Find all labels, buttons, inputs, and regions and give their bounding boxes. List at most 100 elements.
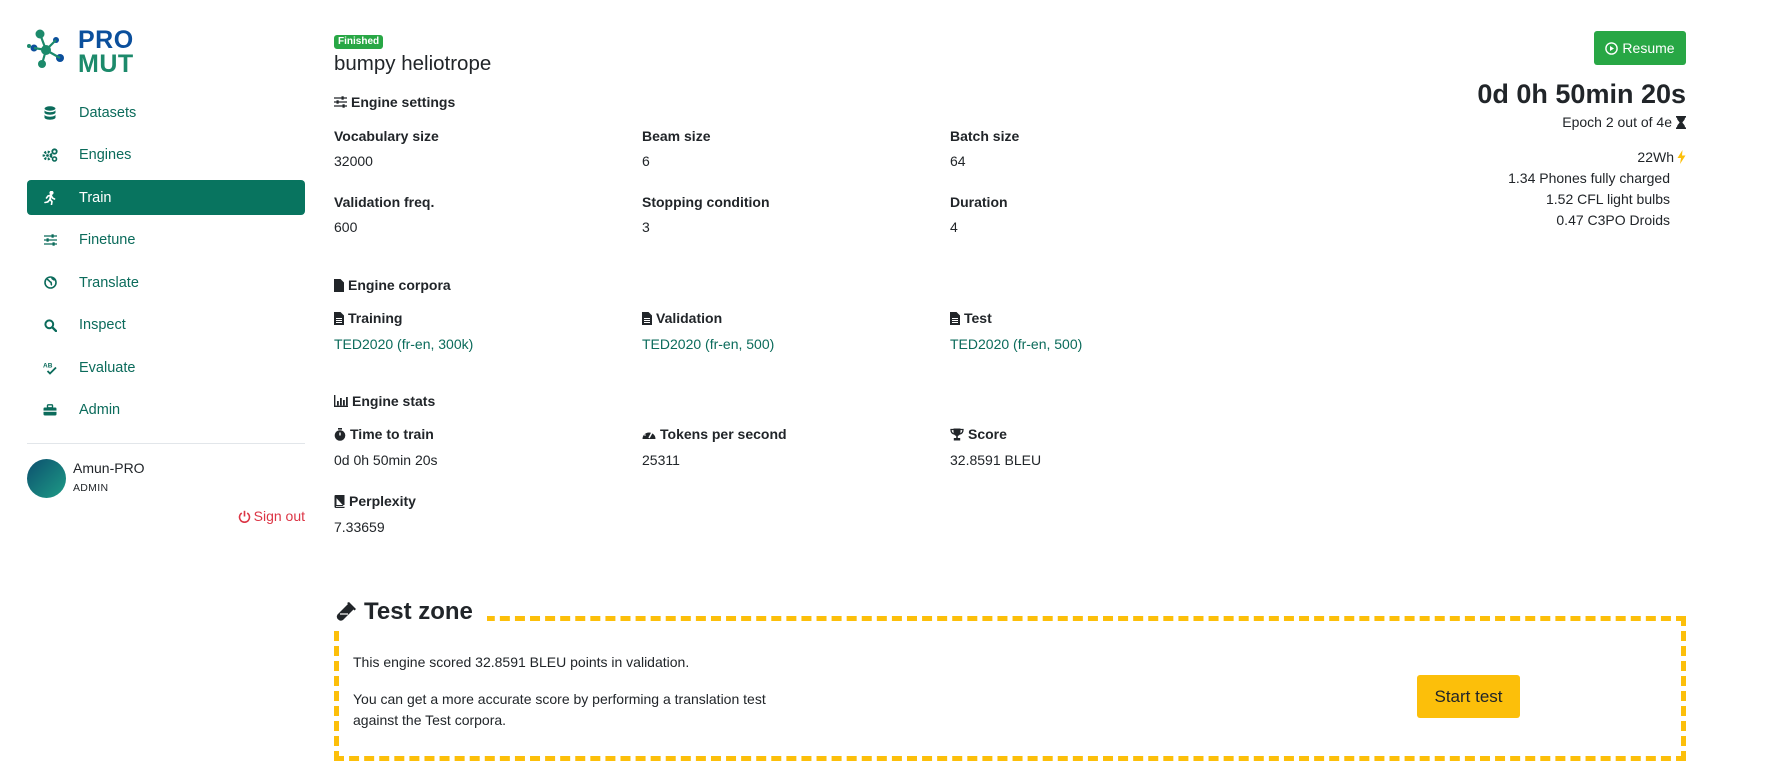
perplexity-label: Perplexity [334,493,416,509]
beam-size-label: Beam size [642,128,711,144]
sidebar-item-label: Admin [79,402,121,418]
test-zone-heading: Test zone [334,598,487,626]
main-content: Finished bumpy heliotrope Engine setting… [334,0,1694,773]
sidebar-item-engines[interactable]: Engines [27,138,305,173]
vocab-size-label: Vocabulary size [334,128,439,144]
energy-consumption: 22Wh [1637,149,1686,165]
cogs-icon [41,147,59,163]
duration-label: Duration [950,194,1008,210]
sidebar-item-finetune[interactable]: Finetune [27,223,305,258]
time-to-train-value: 0d 0h 50min 20s [334,452,438,468]
logo-text-mut: MUT [78,50,134,78]
test-tube-icon [336,602,356,621]
user-card: Amun-PRO ADMIN [27,459,305,503]
user-name: Amun-PRO [73,460,145,476]
perplexity-value: 7.33659 [334,519,385,535]
engine-stats-heading: Engine stats [334,393,435,409]
sidebar-item-label: Train [79,189,112,206]
engine-corpora-heading: Engine corpora [334,277,451,293]
sidebar-item-label: Engines [79,147,132,163]
engine-corpora-heading-text: Engine corpora [348,277,451,293]
engine-title: bumpy heliotrope [334,52,492,75]
svg-text:AB: AB [43,362,53,369]
bolt-icon [1677,150,1686,164]
equivalent-phones: 1.34 Phones fully charged [1508,170,1670,186]
training-timer: 0d 0h 50min 20s [1477,79,1686,109]
engine-stats-heading-text: Engine stats [352,393,436,409]
file-text-icon [950,311,960,325]
file-icon [334,278,344,292]
stopping-condition-value: 3 [642,219,650,235]
sidebar-item-label: Translate [79,274,139,291]
sidebar-item-translate[interactable]: Translate [27,265,305,300]
stopping-condition-label: Stopping condition [642,194,770,210]
logo-text-pro: PRO [78,26,134,54]
engine-settings-heading: Engine settings [334,94,455,110]
time-to-train-label-text: Time to train [350,426,434,442]
avatar[interactable] [27,459,66,498]
training-summary: 0d 0h 50min 20s Epoch 2 out of 4e 22Wh 1… [1334,0,1694,240]
training-corpus-label-text: Training [348,310,403,326]
score-value: 32.8591 BLEU [950,452,1042,468]
epoch-progress-text: Epoch 2 out of 4e [1562,114,1672,130]
toolbox-icon [41,402,59,418]
search-icon [41,317,59,333]
epoch-progress: Epoch 2 out of 4e [1562,114,1686,130]
beam-size-value: 6 [642,153,650,169]
database-icon [41,105,59,121]
engine-settings-heading-text: Engine settings [351,94,456,110]
score-label: Score [950,426,1007,442]
sidebar-item-label: Datasets [79,104,137,121]
test-zone-score-text: This engine scored 32.8591 BLEU points i… [353,654,690,670]
sign-out-label: Sign out [253,508,305,524]
validation-freq-label: Validation freq. [334,194,435,210]
score-label-text: Score [968,426,1007,442]
book-icon [334,494,345,508]
file-text-icon [642,311,652,325]
file-text-icon [334,311,344,325]
sidebar-item-admin[interactable]: Admin [27,393,305,428]
trophy-icon [950,428,964,440]
running-icon [41,190,59,206]
training-corpus-label: Training [334,310,402,326]
sidebar-item-train[interactable]: Train [27,180,305,215]
test-corpus-label: Test [950,310,992,326]
sidebar-item-label: Finetune [79,232,136,248]
tokens-per-second-label-text: Tokens per second [660,426,787,442]
duration-value: 4 [950,219,958,235]
sidebar-item-label: Evaluate [79,359,136,376]
power-icon [238,510,250,523]
equivalent-droids: 0.47 C3PO Droids [1556,212,1670,228]
test-corpus-label-text: Test [964,310,992,326]
stopwatch-icon [334,427,346,441]
validation-corpus-label: Validation [642,310,722,326]
energy-value: 22Wh [1637,149,1674,165]
sidebar-item-datasets[interactable]: Datasets [27,95,305,130]
sidebar-item-label: Inspect [79,317,126,333]
spellcheck-icon: AB [41,360,59,376]
training-corpus-link[interactable]: TED2020 (fr-en, 300k) [334,336,473,352]
test-zone-hint-text: You can get a more accurate score by per… [353,691,766,728]
tokens-per-second-label: Tokens per second [642,426,787,442]
user-role: ADMIN [73,482,109,494]
validation-freq-value: 600 [334,219,358,235]
equivalent-bulbs: 1.52 CFL light bulbs [1546,191,1670,207]
sidebar-divider [27,443,305,444]
validation-corpus-link[interactable]: TED2020 (fr-en, 500) [642,336,774,352]
time-to-train-label: Time to train [334,426,434,442]
vocab-size-value: 32000 [334,153,373,169]
sidebar-item-evaluate[interactable]: AB Evaluate [27,350,305,385]
sliders-icon [334,96,347,108]
batch-size-label: Batch size [950,128,1020,144]
tachometer-icon [642,430,656,439]
logo-molecule-icon [27,29,64,68]
start-test-button[interactable]: Start test [1417,675,1520,718]
test-corpus-link[interactable]: TED2020 (fr-en, 500) [950,336,1082,352]
sign-out-button[interactable]: Sign out [238,508,305,524]
sliders-icon [41,232,59,248]
sidebar-item-inspect[interactable]: Inspect [27,308,305,343]
perplexity-label-text: Perplexity [349,493,416,509]
status-badge: Finished [334,35,384,49]
logo[interactable]: PRO MUT [26,28,146,80]
globe-icon [41,275,59,291]
